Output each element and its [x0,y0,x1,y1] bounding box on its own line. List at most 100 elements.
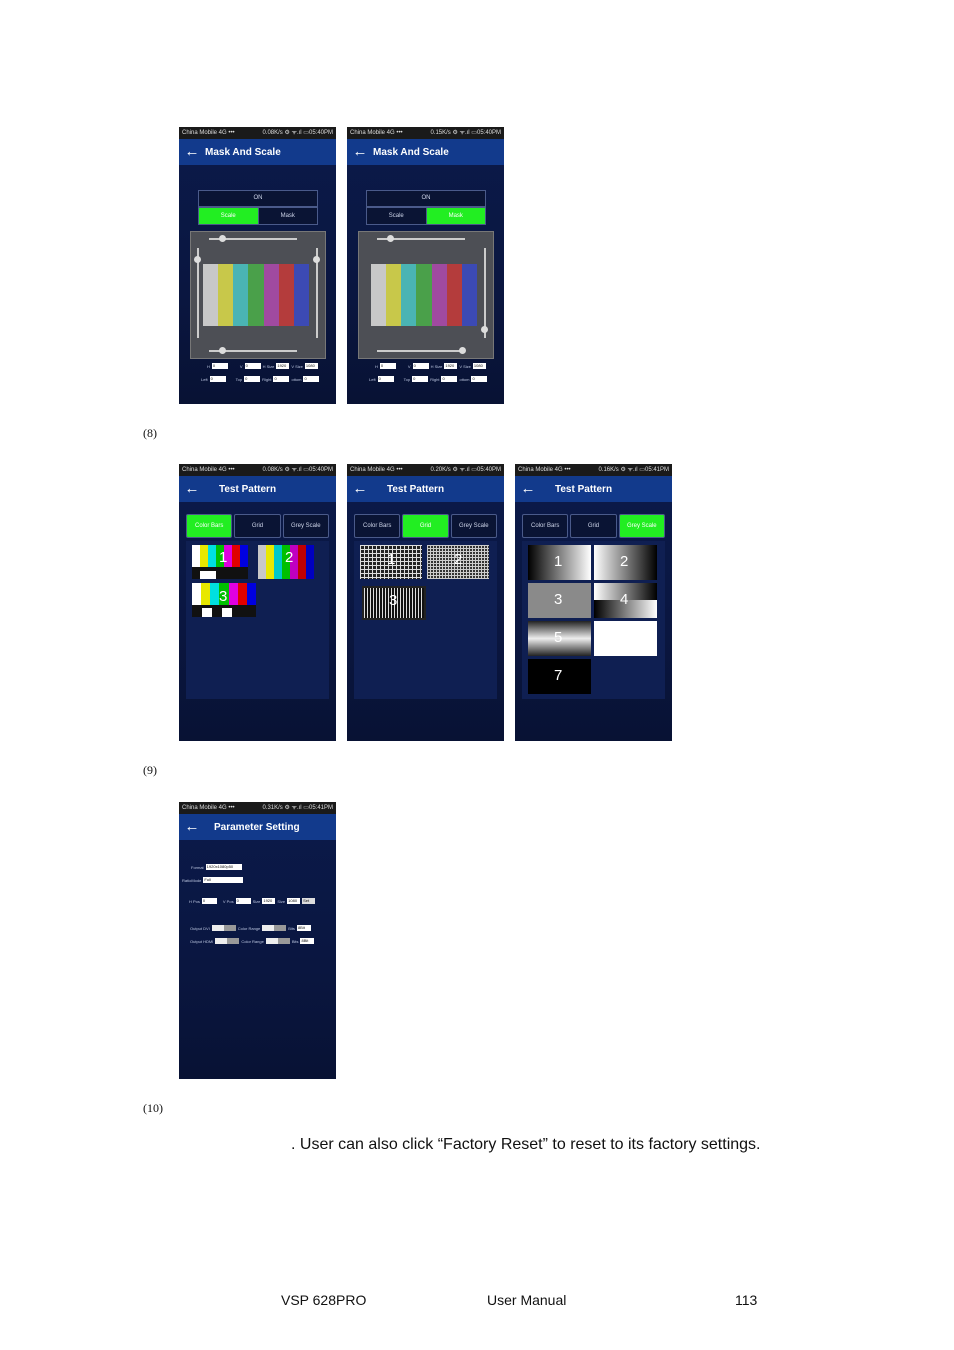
tab-grey-scale[interactable]: Grey Scale [618,514,665,538]
grey-pattern-4[interactable]: 4 [594,583,657,618]
grey-pattern-2[interactable]: 2 [594,545,657,580]
top-bar: ← Test Pattern [347,476,504,502]
bits-select[interactable]: 8Bit [296,925,311,931]
top-input[interactable]: 0 [412,376,429,382]
v-input[interactable]: 0 [412,363,429,369]
screenshot-parameter-setting: China Mobile 4G ••• 0.31K/s ⚙ ᯤ.ıl ▭05:41… [179,802,336,1079]
right-input[interactable]: 0 [441,376,458,382]
color-bars-pattern-2[interactable]: 2 [258,545,314,579]
tab-color-bars[interactable]: Color Bars [354,514,401,538]
grey-pattern-5[interactable]: 5 [528,621,591,656]
slider-knob[interactable] [459,347,466,354]
slider-knob[interactable] [313,256,320,263]
pattern-list: 1 2 3 [186,541,329,699]
scale-tab[interactable]: Scale [199,208,259,224]
h-input[interactable]: 0 [211,363,228,369]
color-range-toggle[interactable] [262,925,287,931]
tab-grid[interactable]: Grid [402,514,449,538]
tab-grid[interactable]: Grid [570,514,617,538]
mask-values-row: Left 0 Top 0 Right 0 ottom 0 [350,376,488,382]
bits-select[interactable]: 8Bit [300,938,315,944]
grid-pattern-2[interactable]: 2 [427,545,489,579]
screen-title: Test Pattern [387,483,445,495]
h-input[interactable]: 0 [379,363,396,369]
tab-grey-scale[interactable]: Grey Scale [282,514,329,538]
output-dvi-label: Output DVI [190,925,210,931]
back-arrow-icon[interactable]: ← [179,476,205,502]
color-bars-pattern-3[interactable]: 3 [192,583,256,617]
grey-pattern-1[interactable]: 1 [528,545,591,580]
grey-pattern-7[interactable]: 7 [528,659,591,694]
status-bar: China Mobile 4G ••• 0.31K/s ⚙ ᯤ.ıl ▭05:41… [179,802,336,814]
pattern-number: 1 [219,549,228,566]
scale-mask-switch[interactable]: Scale Mask [198,207,318,225]
output-hdmi-toggle[interactable] [215,938,240,944]
slider-knob[interactable] [481,326,488,333]
top-bar: ← Test Pattern [179,476,336,502]
grid-pattern-1[interactable]: 1 [360,545,422,579]
tab-color-bars[interactable]: Color Bars [522,514,569,538]
hsize-input[interactable]: 1920 [262,898,276,904]
mask-tab[interactable]: Mask [426,208,485,224]
tab-grid[interactable]: Grid [234,514,281,538]
back-arrow-icon[interactable]: ← [347,476,373,502]
set-button[interactable]: Set [302,898,316,904]
color-range-label: Color Range [237,925,261,931]
right-input[interactable]: 0 [273,376,290,382]
footer-page-number: 113 [735,1292,758,1308]
back-arrow-icon[interactable]: ← [347,139,373,165]
grey-pattern-6[interactable] [594,621,657,656]
on-toggle-label: ON [253,195,263,201]
pattern-number: 2 [454,551,463,568]
left-input[interactable]: 0 [209,376,226,382]
tab-color-bars[interactable]: Color Bars [186,514,233,538]
vsize-input[interactable]: 1080 [287,898,301,904]
pattern-number: 3 [389,592,398,609]
v-input[interactable]: 0 [244,363,261,369]
slider-knob[interactable] [194,256,201,263]
pattern-number: 4 [620,591,629,608]
slider-knob[interactable] [387,235,394,242]
back-arrow-icon[interactable]: ← [179,139,205,165]
mask-tab[interactable]: Mask [259,208,318,224]
bottom-input[interactable]: 0 [303,376,320,382]
slider-knob[interactable] [219,347,226,354]
vsize-input[interactable]: 1080 [472,363,486,369]
color-bars-pattern-1[interactable]: 1 [192,545,248,579]
vsize-input[interactable]: 1080 [304,363,318,369]
v-slider-right[interactable] [484,248,486,338]
top-bar: ← Mask And Scale [179,139,336,165]
h-label: H [375,363,378,369]
tab-grey-scale[interactable]: Grey Scale [450,514,497,538]
hpos-label: H Pos [189,898,200,904]
top-input[interactable]: 0 [244,376,261,382]
vpos-input[interactable]: 0 [235,898,251,904]
back-arrow-icon[interactable]: ← [179,814,205,840]
bottom-input[interactable]: 0 [471,376,488,382]
left-input[interactable]: 0 [377,376,394,382]
color-range-toggle[interactable] [265,938,290,944]
preview-panel [358,231,494,359]
ratio-select[interactable]: Full [203,877,244,883]
on-toggle[interactable]: ON [366,190,486,207]
caption-10: (10) [143,1101,163,1115]
status-text: 0.16K/s ⚙ ᯤ.ıl ▭05:41PM [598,467,669,473]
back-arrow-icon[interactable]: ← [515,476,541,502]
h-slider-bottom[interactable] [377,350,465,352]
scale-mask-switch[interactable]: Scale Mask [366,207,486,225]
grid-pattern-3[interactable]: 3 [362,586,426,620]
hpos-input[interactable]: 0 [201,898,217,904]
scale-tab[interactable]: Scale [367,208,427,224]
format-select[interactable]: 1920x1080p50 [205,864,242,870]
hsize-input[interactable]: 1920 [276,363,290,369]
color-bars-preview [203,264,309,326]
v-label: V [239,363,243,369]
slider-knob[interactable] [219,235,226,242]
output-dvi-toggle[interactable] [211,925,236,931]
hsize-input[interactable]: 1920 [444,363,458,369]
on-toggle[interactable]: ON [198,190,318,207]
caption-8: (8) [143,426,157,440]
pattern-number: 1 [554,553,563,570]
grey-pattern-3[interactable]: 3 [528,583,591,618]
bits-label: Bits [291,938,299,944]
